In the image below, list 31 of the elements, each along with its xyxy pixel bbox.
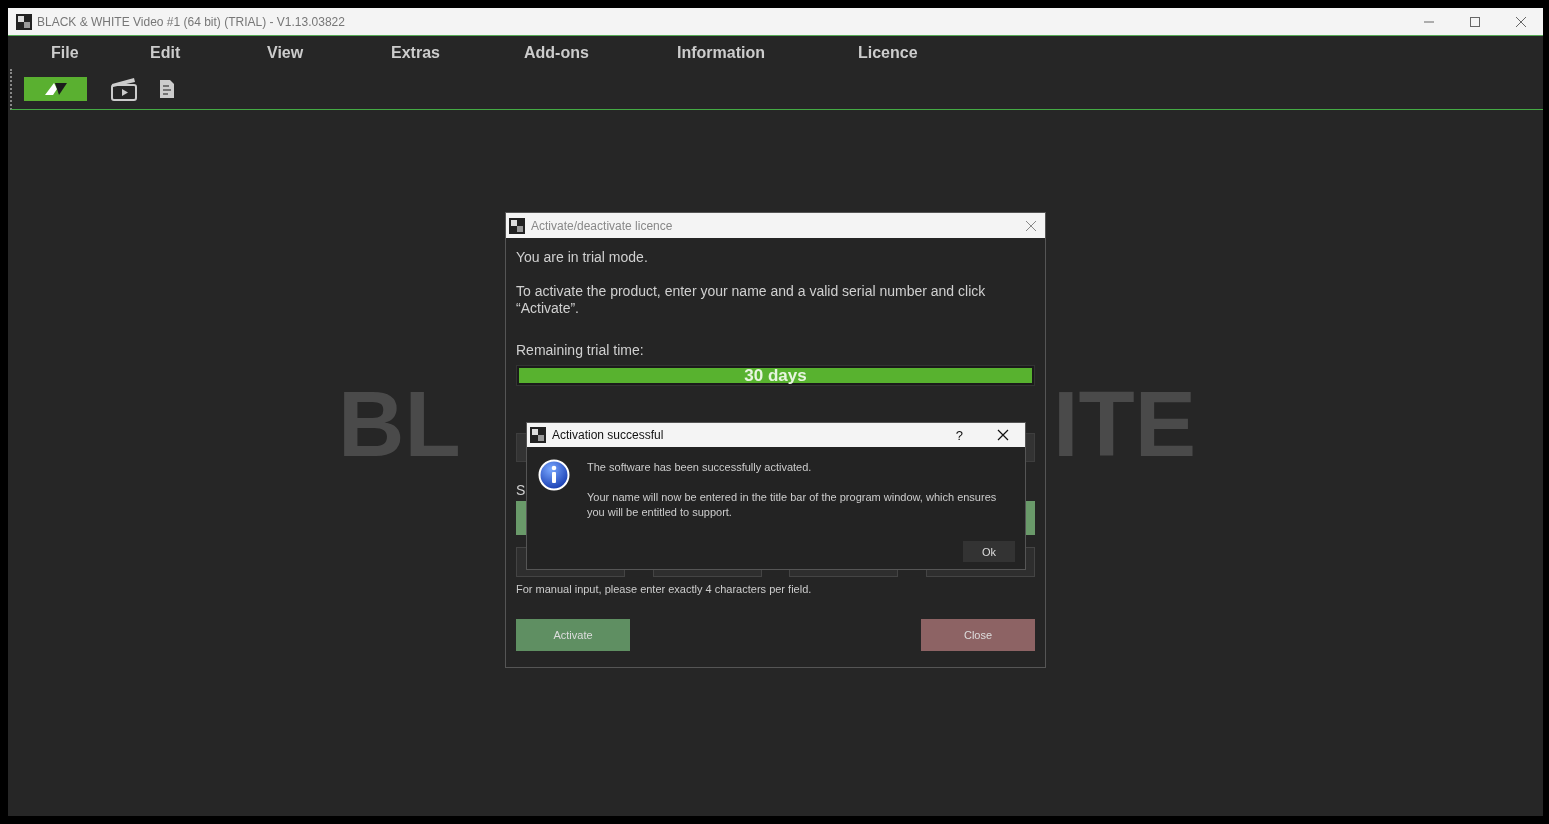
- logo-button[interactable]: [24, 77, 87, 101]
- window-title: BLACK & WHITE Video #1 (64 bit) (TRIAL) - V1.13.03822: [37, 14, 345, 29]
- message-title: Activation successful: [552, 428, 664, 442]
- trial-label: Remaining trial time:: [516, 342, 644, 359]
- help-button[interactable]: ?: [951, 427, 967, 443]
- dialog-title: Activate/deactivate licence: [531, 218, 673, 233]
- info-icon: [538, 459, 570, 491]
- trial-reading: 30 days: [743, 366, 808, 385]
- document-icon[interactable]: [159, 79, 175, 99]
- manual-input-note: For manual input, please enter exactly 4 characters per field.: [516, 583, 812, 595]
- trial-mode-text: You are in trial mode.: [516, 249, 648, 266]
- ok-button[interactable]: Ok: [963, 541, 1015, 562]
- menu-item[interactable]: Edit: [150, 43, 267, 62]
- menu-item[interactable]: Information: [677, 43, 858, 62]
- message-text: The software has been successfully activated.: [587, 460, 813, 475]
- logo-icon: [42, 81, 69, 97]
- clapperboard-icon[interactable]: [111, 77, 137, 101]
- maximize-icon[interactable]: [1469, 15, 1481, 28]
- close-icon[interactable]: [997, 429, 1009, 441]
- menu-item[interactable]: Licence: [858, 43, 918, 62]
- instructions-text: To activate the product, enter your name and a valid serial number and click “Activate”.: [516, 283, 987, 317]
- app-icon: [16, 13, 32, 30]
- app-icon: [509, 217, 525, 234]
- menu-item[interactable]: Extras: [391, 43, 524, 62]
- menu-item[interactable]: Add-ons: [524, 43, 677, 62]
- detail-text: Your name will now be entered in the title bar of the program window, which ensures you will be entitled to support.: [587, 490, 998, 520]
- menu-item[interactable]: File: [51, 43, 150, 62]
- app-icon: [530, 427, 546, 443]
- close-button[interactable]: Close: [921, 619, 1035, 651]
- serial-label: S: [516, 482, 526, 499]
- menu-item[interactable]: View: [267, 43, 391, 62]
